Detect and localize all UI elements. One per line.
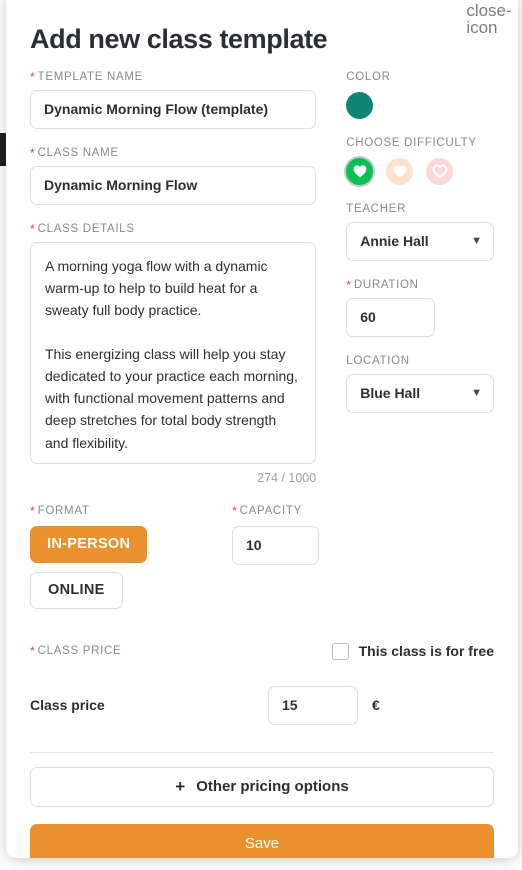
other-pricing-options-button[interactable]: + Other pricing options bbox=[30, 766, 494, 807]
page-root: close-icon Add new class template * TEMP… bbox=[0, 0, 522, 870]
chevron-down-icon: ▼ bbox=[471, 234, 482, 247]
close-icon[interactable]: close-icon bbox=[466, 2, 511, 36]
location-label: LOCATION bbox=[346, 354, 410, 367]
free-class-checkbox[interactable] bbox=[331, 642, 349, 660]
class-name-label-row: * CLASS NAME bbox=[30, 147, 316, 159]
difficulty-easy[interactable] bbox=[346, 157, 374, 185]
class-price-label: CLASS PRICE bbox=[37, 645, 122, 658]
capacity-label: CAPACITY bbox=[239, 504, 302, 517]
page-title: Add new class template bbox=[30, 24, 328, 54]
template-name-label: TEMPLATE NAME bbox=[37, 70, 144, 83]
format-capacity-row: * FORMAT IN-PERSON ONLINE * CAPACITY 10 bbox=[30, 505, 494, 609]
class-price-row-label: Class price bbox=[30, 697, 105, 714]
format-group: * FORMAT IN-PERSON ONLINE bbox=[30, 505, 232, 609]
currency-symbol: € bbox=[372, 697, 380, 714]
difficulty-medium[interactable] bbox=[386, 157, 414, 185]
character-counter: 274 / 1000 bbox=[257, 470, 317, 485]
format-label: FORMAT bbox=[37, 504, 90, 517]
class-details-textarea[interactable]: A morning yoga flow with a dynamic warm-… bbox=[30, 241, 317, 464]
class-price-header: * CLASS PRICE This class is for free bbox=[30, 642, 494, 660]
free-class-label: This class is for free bbox=[358, 643, 494, 660]
form-right-column: COLOR CHOOSE DIFFICULTY TEACHER Annie Ha… bbox=[346, 71, 494, 485]
required-asterisk: * bbox=[30, 644, 35, 659]
capacity-group: * CAPACITY 10 bbox=[232, 505, 352, 609]
class-details-label-row: * CLASS DETAILS bbox=[30, 223, 316, 235]
heart-icon bbox=[353, 165, 367, 178]
format-label-row: * FORMAT bbox=[30, 505, 232, 517]
capacity-input[interactable]: 10 bbox=[232, 525, 319, 565]
plus-icon: + bbox=[175, 777, 186, 797]
required-asterisk: * bbox=[30, 503, 35, 518]
format-option-online[interactable]: ONLINE bbox=[30, 571, 123, 609]
format-option-in-person[interactable]: IN-PERSON bbox=[30, 525, 148, 563]
color-swatch[interactable] bbox=[346, 91, 374, 119]
required-asterisk: * bbox=[232, 503, 237, 518]
form-left-column: * TEMPLATE NAME Dynamic Morning Flow (te… bbox=[30, 71, 317, 485]
format-option-in-person-wrap: IN-PERSON bbox=[30, 517, 232, 563]
difficulty-options bbox=[346, 157, 494, 185]
other-pricing-options-label: Other pricing options bbox=[196, 778, 349, 796]
chevron-down-icon: ▼ bbox=[471, 386, 482, 399]
required-asterisk: * bbox=[346, 277, 351, 292]
difficulty-hard[interactable] bbox=[426, 157, 454, 185]
class-details-label: CLASS DETAILS bbox=[37, 222, 135, 235]
class-price-row: Class price 15 € bbox=[30, 685, 494, 725]
color-label: COLOR bbox=[346, 70, 391, 83]
class-name-input[interactable]: Dynamic Morning Flow bbox=[30, 165, 317, 205]
template-name-input[interactable]: Dynamic Morning Flow (template) bbox=[30, 89, 317, 129]
teacher-label: TEACHER bbox=[346, 202, 407, 215]
add-class-template-modal: close-icon Add new class template * TEMP… bbox=[6, 0, 518, 858]
form-columns: * TEMPLATE NAME Dynamic Morning Flow (te… bbox=[30, 71, 494, 485]
template-name-label-row: * TEMPLATE NAME bbox=[30, 71, 316, 83]
location-select-value: Blue Hall bbox=[360, 385, 421, 402]
heart-icon bbox=[432, 164, 448, 179]
format-option-online-wrap: ONLINE bbox=[30, 563, 232, 609]
location-select[interactable]: Blue Hall ▼ bbox=[346, 373, 494, 413]
required-asterisk: * bbox=[30, 221, 35, 236]
capacity-label-row: * CAPACITY bbox=[232, 505, 352, 517]
duration-label: DURATION bbox=[353, 278, 419, 291]
teacher-select[interactable]: Annie Hall ▼ bbox=[346, 221, 494, 261]
duration-input[interactable]: 60 bbox=[346, 297, 436, 337]
required-asterisk: * bbox=[30, 69, 35, 84]
duration-label-row: * DURATION bbox=[346, 279, 494, 291]
difficulty-label: CHOOSE DIFFICULTY bbox=[346, 136, 477, 149]
free-class-toggle[interactable]: This class is for free bbox=[331, 642, 494, 660]
class-price-input[interactable]: 15 bbox=[268, 685, 358, 725]
class-name-label: CLASS NAME bbox=[37, 146, 119, 159]
teacher-select-value: Annie Hall bbox=[360, 233, 429, 250]
save-button[interactable]: Save bbox=[30, 823, 494, 858]
section-divider bbox=[30, 751, 494, 753]
class-price-label-row: * CLASS PRICE bbox=[30, 645, 121, 657]
required-asterisk: * bbox=[30, 145, 35, 160]
heart-icon bbox=[393, 165, 407, 178]
